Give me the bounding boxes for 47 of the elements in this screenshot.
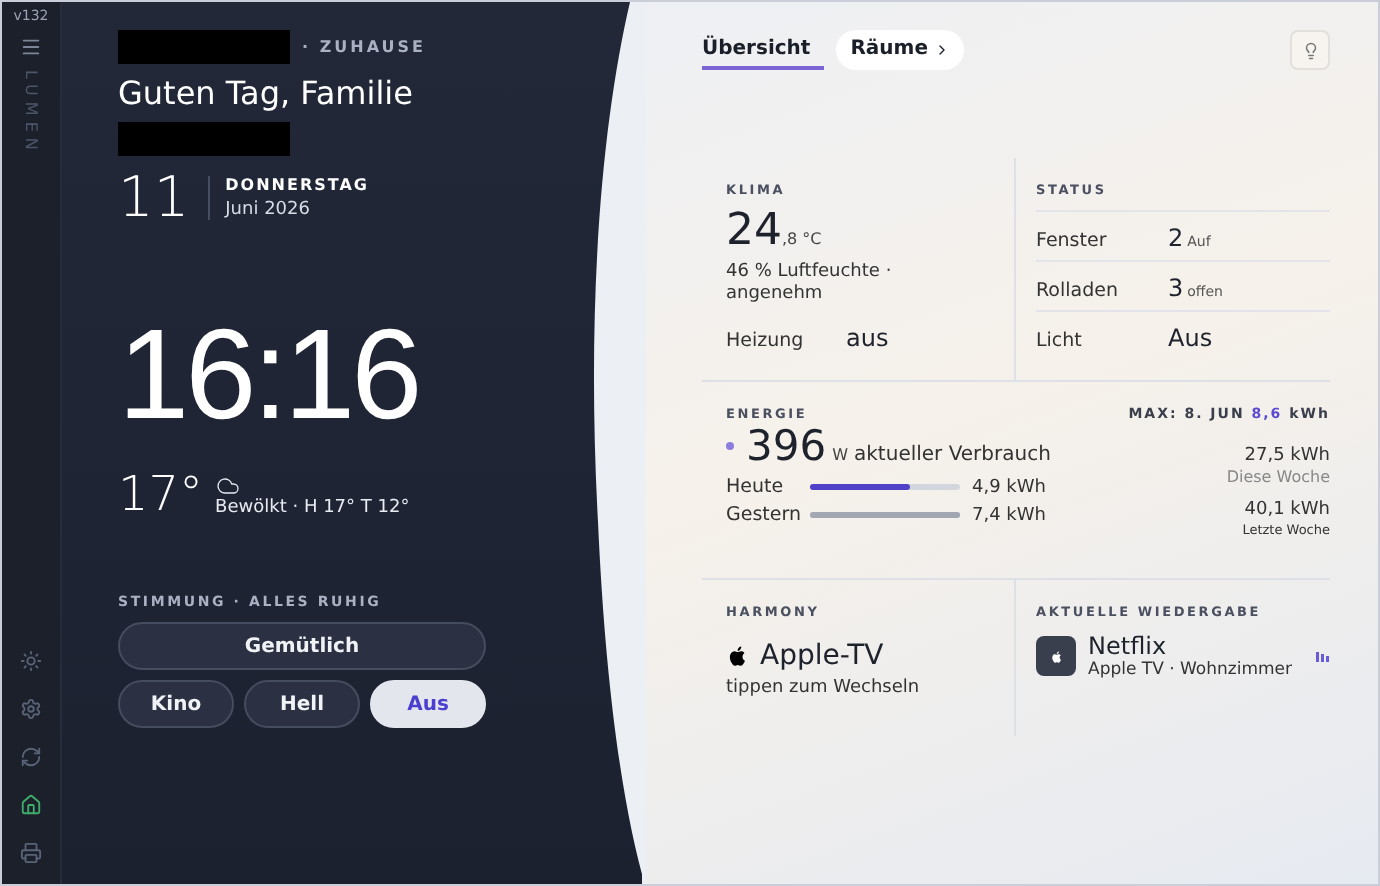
scene-button[interactable]: Kino bbox=[118, 680, 234, 728]
cloud-icon bbox=[215, 474, 240, 498]
month-label: Juni 2026 bbox=[225, 200, 312, 220]
heating-value: aus bbox=[846, 323, 891, 351]
lightbulb-icon bbox=[1301, 41, 1319, 59]
heating-label: Heizung bbox=[726, 329, 806, 351]
bar-label: Heute bbox=[726, 476, 786, 498]
scene-button[interactable]: Hell bbox=[244, 680, 360, 728]
tab[interactable]: Räume bbox=[836, 30, 964, 70]
scene-button[interactable]: Aus bbox=[370, 680, 486, 728]
device-name: Apple-TV bbox=[760, 640, 884, 672]
menu-icon[interactable] bbox=[20, 36, 42, 58]
status-label: Rolladen bbox=[1036, 280, 1120, 302]
status-value: Aus bbox=[1168, 324, 1213, 352]
clock-time: 16:16 bbox=[118, 310, 421, 438]
apple-icon bbox=[1049, 649, 1063, 663]
temperature: 17° bbox=[118, 470, 204, 518]
greeting: Guten Tag, Familie bbox=[118, 74, 415, 112]
live-dot bbox=[726, 442, 734, 450]
week-label: Diese Woche bbox=[1226, 468, 1330, 486]
humidity-text: 46 % Luftfeuchte · angenehm bbox=[726, 262, 894, 307]
usage-reading: 4,9 kWh bbox=[970, 477, 1048, 497]
temperature-decimal: ,8 °C bbox=[782, 230, 822, 248]
weather-summary: Bewölkt · H 17° T 12° bbox=[215, 498, 410, 518]
location-label: · ZUHAUSE bbox=[302, 38, 426, 56]
apple-icon bbox=[726, 644, 750, 668]
harmony-hint: tippen zum Wechseln bbox=[726, 678, 922, 701]
scene-button[interactable]: Gemütlich bbox=[118, 622, 486, 670]
power-value: 396 bbox=[746, 422, 827, 470]
bar-label: Gestern bbox=[726, 504, 803, 526]
status-label: Licht bbox=[1036, 330, 1084, 352]
status-value: 2 bbox=[1168, 224, 1184, 252]
tab[interactable]: Übersicht bbox=[702, 30, 825, 70]
status-value: 3 bbox=[1168, 274, 1184, 302]
weekday-label: DONNERSTAG bbox=[225, 176, 369, 194]
power-unit: W bbox=[832, 446, 849, 464]
lightbulb-button[interactable] bbox=[1290, 30, 1330, 70]
status-label: Fenster bbox=[1036, 230, 1109, 252]
power-label: aktueller Verbrauch bbox=[854, 444, 1051, 466]
week-value: 27,5 kWh bbox=[1244, 446, 1330, 466]
usage-reading: 7,4 kWh bbox=[970, 505, 1048, 525]
brand-name: LUMEN bbox=[22, 70, 40, 156]
playback-source: Apple TV · Wohnzimmer bbox=[1088, 660, 1292, 680]
temperature-value: 24 bbox=[726, 206, 782, 256]
day-number: 11 bbox=[118, 170, 190, 226]
app-name: Netflix bbox=[1088, 632, 1169, 660]
week-value: 40,1 kWh bbox=[1244, 500, 1330, 520]
